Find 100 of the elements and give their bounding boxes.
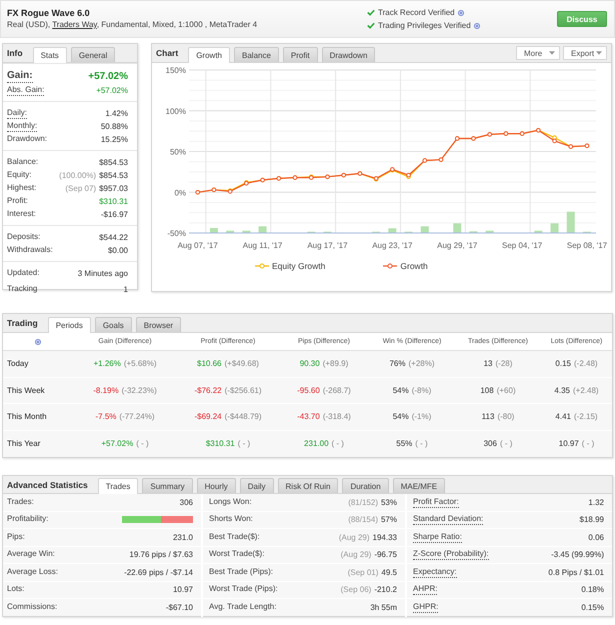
difference-value: (-1%) (412, 412, 432, 422)
period-value: 0.15 (555, 359, 571, 368)
difference-value: (+$49.68) (224, 359, 259, 368)
difference-value: (-$448.79) (224, 412, 262, 422)
stat-value: 19.76 pips / $7.63 (129, 550, 193, 560)
stat-value: $957.03 (99, 184, 128, 193)
period-value: 108 (480, 386, 494, 395)
panel-title: Info (7, 48, 23, 58)
stat-value: 306 (180, 498, 193, 507)
account-details: Real (USD), Traders Way, Fundamental, Mixed, 1:1000 , MetaTrader 4 (7, 20, 258, 30)
period-value: -$69.24 (194, 412, 222, 422)
stat-value: 231.0 (172, 532, 193, 542)
stat-label: Worst Trade($): (209, 549, 264, 560)
value-note: (Sep 06) (340, 585, 372, 594)
stat-label: Abs. Gain: (7, 85, 44, 96)
period-label: This Week (6, 386, 46, 395)
date-label: Aug 17, '17 (307, 241, 348, 250)
stat-value: +57.02% (88, 71, 128, 82)
difference-value: (+89.9) (322, 359, 348, 368)
period-value: -7.5% (95, 412, 116, 422)
period-value: 4.35 (554, 386, 570, 395)
value-note: (Aug 29) (340, 550, 372, 560)
date-label: Aug 07, '17 (178, 241, 218, 250)
axis-label: 0% (174, 188, 186, 198)
difference-value: (+60) (496, 386, 516, 395)
difference-value: (-318.4) (322, 412, 351, 422)
period-value: -$76.22 (194, 386, 222, 395)
stat-value: 0.8 Pips / $1.01 (548, 568, 604, 577)
period-value: +57.02% (101, 439, 134, 448)
stat-value: 3h 55m (370, 603, 397, 612)
difference-value: (-$256.61) (224, 386, 262, 395)
difference-value: ( - ) (238, 439, 250, 448)
stat-label: Highest: (7, 183, 36, 194)
period-value: -8.19% (93, 386, 119, 395)
stat-label: Avg. Trade Length: (209, 602, 276, 614)
stat-label: Best Trade($): (209, 532, 260, 543)
period-value: 13 (484, 359, 492, 368)
axis-label: 100% (166, 106, 186, 116)
axis-label: -50% (167, 229, 186, 238)
stat-value: -96.75 (374, 550, 397, 560)
difference-value: (-80) (497, 412, 514, 422)
stat-label: Gain: (7, 70, 33, 83)
period-value: $10.66 (197, 359, 222, 368)
stat-value: 0.15% (581, 603, 604, 612)
stat-value: -22.69 pips / -$7.14 (124, 568, 193, 577)
difference-value: (-268.7) (322, 386, 351, 395)
panel-title: Chart (156, 48, 178, 58)
period-label: This Year (6, 439, 42, 448)
stat-value: 1 (124, 284, 128, 294)
value-note: (Sep 07) (65, 184, 96, 193)
stat-value: 53% (380, 498, 397, 507)
date-label: Sep 04, '17 (502, 241, 542, 250)
stat-label: Shorts Won: (209, 514, 253, 526)
difference-value: (+2.48) (573, 386, 599, 395)
stat-label: Commissions: (7, 602, 58, 614)
stat-label: Pips: (7, 532, 25, 543)
stat-value: $854.53 (99, 158, 128, 167)
stat-label: Average Loss: (7, 566, 58, 578)
stat-value: 1.32 (588, 498, 604, 507)
period-value: 231.00 (304, 439, 329, 448)
difference-value: ( - ) (136, 439, 149, 448)
difference-value: ( - ) (582, 439, 594, 448)
stat-label: Best Trade (Pips): (209, 566, 274, 578)
difference-value: (+28%) (408, 359, 435, 368)
stat-value: $854.53 (99, 171, 128, 180)
difference-value: (-2.15) (574, 412, 598, 422)
difference-value: (-28) (496, 359, 512, 368)
system-title: FX Rogue Wave 6.0 (7, 8, 91, 19)
panel-title: Advanced Statistics (7, 480, 88, 490)
stat-label: Z-Score (Probability): (413, 549, 489, 560)
stat-value: +57.02% (96, 86, 128, 95)
stat-label: GHPR: (413, 602, 438, 614)
axis-label: 50% (170, 148, 186, 156)
stat-value: 3 Minutes ago (78, 268, 128, 278)
stat-label: Profit Factor: (413, 496, 459, 508)
stat-label: Equity: (7, 170, 32, 181)
stat-label: Balance: (7, 157, 38, 168)
stat-label: Drawdown: (7, 134, 48, 145)
period-value: 90.30 (300, 359, 320, 368)
period-label: This Month (6, 412, 48, 422)
stat-label: Average Win: (7, 549, 55, 560)
stat-label: AHPR: (413, 584, 438, 596)
stat-label: Deposits: (7, 232, 40, 243)
date-label: Aug 23, '17 (372, 241, 412, 250)
value-note: (Aug 29) (338, 532, 370, 542)
period-value: 54% (392, 412, 409, 422)
stat-label: Sharpe Ratio: (413, 532, 462, 543)
period-value: 55% (396, 439, 412, 448)
value-note: (88/154) (348, 515, 378, 524)
stat-value: $310.31 (99, 197, 128, 206)
period-value: 306 (484, 439, 497, 448)
stat-value: 1.42% (105, 109, 128, 118)
difference-value: (+5.68%) (124, 359, 157, 368)
stat-value: 49.5 (381, 568, 397, 577)
stat-value: 0.18% (581, 585, 604, 594)
stat-label: Worst Trade (Pips): (209, 584, 278, 596)
period-value: 76% (389, 359, 406, 368)
value-note: (81/152) (348, 498, 378, 507)
difference-value: (-8%) (412, 386, 432, 395)
stat-value: -$16.97 (100, 210, 128, 219)
